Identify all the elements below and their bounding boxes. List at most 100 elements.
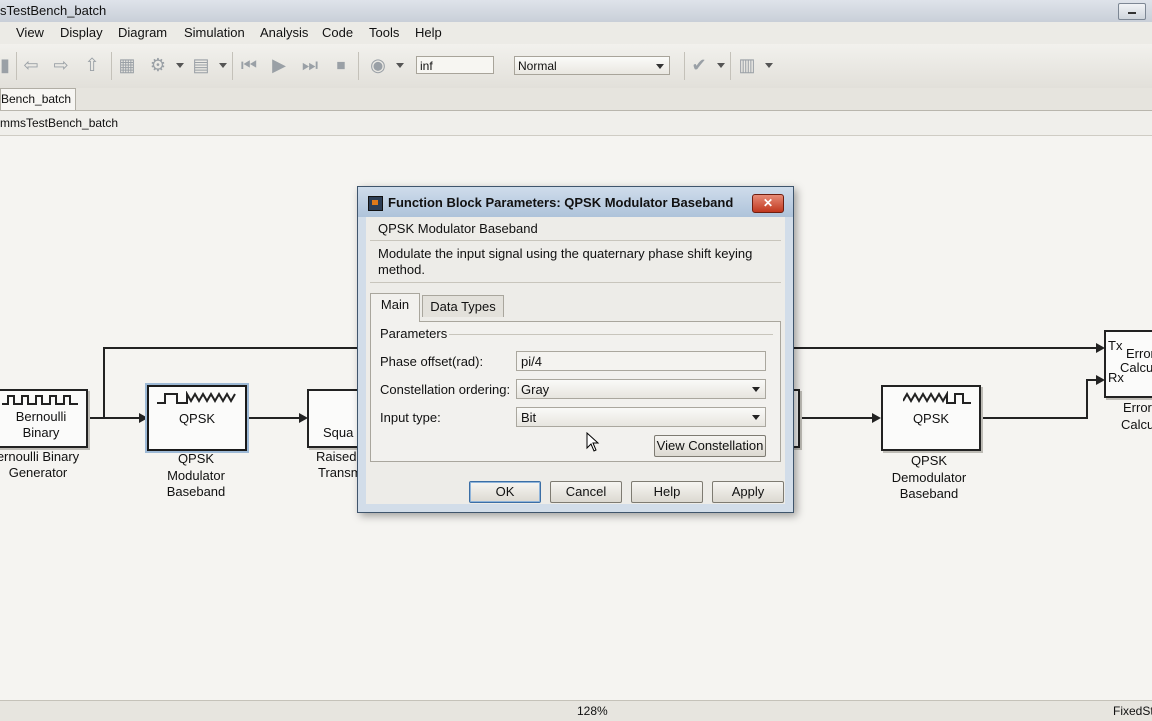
view-constellation-button[interactable]: View Constellation <box>654 435 766 457</box>
run-icon[interactable]: ▶ <box>268 54 290 76</box>
solver-status: FixedSt <box>1113 704 1152 718</box>
menu-analysis[interactable]: Analysis <box>260 25 308 40</box>
block-parameters-dialog: Function Block Parameters: QPSK Modulato… <box>357 186 794 513</box>
block-label: Calcu <box>1121 417 1152 432</box>
signal-line[interactable] <box>979 417 1087 419</box>
check-icon[interactable]: ✔ <box>688 54 710 76</box>
signal-line[interactable] <box>246 417 302 419</box>
block-label: Modulator <box>167 468 225 483</box>
menu-simulation[interactable]: Simulation <box>184 25 245 40</box>
menu-help[interactable]: Help <box>415 25 442 40</box>
block-icon-text: QPSK <box>912 411 950 426</box>
window-title-bar: sTestBench_batch <box>0 0 1152 23</box>
library-browser-icon[interactable]: ▦ <box>116 54 138 76</box>
signal-line[interactable] <box>86 417 142 419</box>
input-type-select[interactable]: Bit <box>516 407 766 427</box>
chevron-down-icon <box>656 64 664 69</box>
record-icon[interactable]: ◉ <box>367 54 389 76</box>
step-back-icon[interactable]: ⏮ <box>238 54 260 76</box>
help-button[interactable]: Help <box>631 481 703 503</box>
close-icon[interactable]: ✕ <box>752 194 784 213</box>
build-icon[interactable]: ▥ <box>736 54 758 76</box>
model-tab-strip <box>0 88 1152 111</box>
tab-main[interactable]: Main <box>370 293 420 322</box>
block-label: Generator <box>8 465 68 480</box>
port-label-tx: Tx <box>1108 338 1123 353</box>
phase-offset-label: Phase offset(rad): <box>380 354 484 369</box>
bernoulli-binary-block[interactable]: Bernoulli Binary <box>0 389 88 448</box>
qpsk-demodulator-block[interactable]: QPSK <box>881 385 981 451</box>
window-title: sTestBench_batch <box>0 3 107 18</box>
status-bar: 128% FixedSt <box>0 700 1152 721</box>
chevron-down-icon[interactable] <box>765 63 773 68</box>
up-arrow-icon[interactable]: ⇧ <box>81 54 103 76</box>
constellation-ordering-select[interactable]: Gray <box>516 379 766 399</box>
menu-diagram[interactable]: Diagram <box>118 25 167 40</box>
toolbar-separator <box>730 52 731 80</box>
tab-data-types[interactable]: Data Types <box>422 295 504 317</box>
menu-code[interactable]: Code <box>322 25 353 40</box>
menu-view[interactable]: View <box>16 25 44 40</box>
divider <box>449 334 773 335</box>
stop-icon[interactable]: ⏹ <box>330 54 352 76</box>
apply-button[interactable]: Apply <box>712 481 784 503</box>
toolbar-separator <box>232 52 233 80</box>
dialog-title: Function Block Parameters: QPSK Modulato… <box>388 195 734 210</box>
chevron-down-icon <box>752 415 760 420</box>
tab-model[interactable]: Bench_batch <box>0 88 76 110</box>
restore-window-button[interactable] <box>1118 3 1146 20</box>
breadcrumb-item[interactable]: mmsTestBench_batch <box>0 116 118 130</box>
menu-display[interactable]: Display <box>60 25 103 40</box>
simulink-icon <box>368 196 383 211</box>
qpsk-modulator-block[interactable]: QPSK <box>145 383 249 453</box>
input-type-value: Bit <box>521 410 537 425</box>
toolbar-separator <box>111 52 112 80</box>
block-name-heading: QPSK Modulator Baseband <box>378 221 538 236</box>
demodulation-waveform-icon <box>903 391 971 404</box>
divider <box>370 282 781 283</box>
toolbar-separator <box>684 52 685 80</box>
signal-line[interactable] <box>800 417 874 419</box>
modulation-waveform-icon <box>157 391 236 404</box>
chevron-down-icon[interactable] <box>717 63 725 68</box>
signal-line[interactable] <box>103 347 105 418</box>
dialog-body: QPSK Modulator Baseband Modulate the inp… <box>366 217 785 504</box>
parameters-group-label: Parameters <box>380 326 448 341</box>
model-explorer-icon[interactable]: ▤ <box>190 54 212 76</box>
pulse-waveform-icon <box>2 395 78 405</box>
constellation-ordering-value: Gray <box>521 382 550 397</box>
back-arrow-icon[interactable]: ⇦ <box>20 54 42 76</box>
error-rate-block[interactable]: Tx Rx Error Calcu <box>1104 330 1152 398</box>
mouse-cursor-icon <box>586 432 600 452</box>
step-forward-icon[interactable]: ⏭ <box>299 54 321 76</box>
chevron-down-icon[interactable] <box>219 63 227 68</box>
simulation-mode-select[interactable]: Normal <box>514 56 670 75</box>
block-label: ernoulli Binary <box>0 449 80 464</box>
block-icon-text: Bernoulli <box>15 409 67 424</box>
ok-button[interactable]: OK <box>469 481 541 503</box>
signal-line[interactable] <box>794 347 1098 349</box>
block-label: Error <box>1123 400 1152 415</box>
toolbar-separator <box>16 52 17 80</box>
block-description: Modulate the input signal using the quat… <box>378 246 753 261</box>
cancel-button[interactable]: Cancel <box>550 481 622 503</box>
constellation-ordering-label: Constellation ordering: <box>380 382 511 397</box>
signal-line[interactable] <box>1086 379 1088 419</box>
input-type-label: Input type: <box>380 410 441 425</box>
chevron-down-icon[interactable] <box>396 63 404 68</box>
forward-arrow-icon[interactable]: ⇨ <box>50 54 72 76</box>
chevron-down-icon[interactable] <box>176 63 184 68</box>
main-tab-panel: Parameters Phase offset(rad): pi/4 Const… <box>370 321 781 462</box>
block-icon-text: Calcu <box>1120 360 1152 375</box>
block-icon-text: Binary <box>22 425 60 440</box>
signal-line[interactable] <box>103 347 358 349</box>
toolbar-partial-icon[interactable]: ▮ <box>0 54 16 76</box>
block-label: QPSK <box>177 451 215 466</box>
dialog-title-bar[interactable]: Function Block Parameters: QPSK Modulato… <box>358 187 793 217</box>
menu-tools[interactable]: Tools <box>369 25 399 40</box>
stop-time-input[interactable]: inf <box>416 56 494 74</box>
breadcrumb: mmsTestBench_batch <box>0 111 1152 136</box>
block-label: Baseband <box>166 484 226 499</box>
phase-offset-input[interactable]: pi/4 <box>516 351 766 371</box>
gear-icon[interactable]: ⚙ <box>147 54 169 76</box>
